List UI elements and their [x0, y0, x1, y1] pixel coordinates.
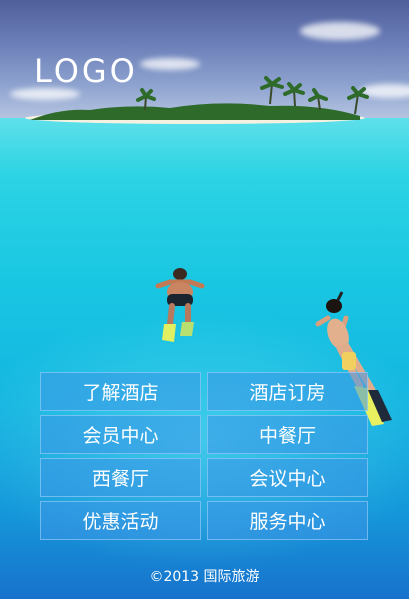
menu-button-member-center[interactable]: 会员中心: [40, 415, 201, 454]
footer-copyright: ©2013 国际旅游: [149, 569, 260, 585]
snorkeler-man: [155, 268, 205, 342]
menu-button-conference-center[interactable]: 会议中心: [207, 458, 368, 497]
cloud: [300, 22, 380, 40]
main-menu: 了解酒店 酒店订房 会员中心 中餐厅 西餐厅 会议中心 优惠活动 服务中心: [40, 372, 368, 540]
cloud: [140, 58, 200, 70]
menu-button-promotions[interactable]: 优惠活动: [40, 501, 201, 540]
menu-button-chinese-restaurant[interactable]: 中餐厅: [207, 415, 368, 454]
menu-button-room-booking[interactable]: 酒店订房: [207, 372, 368, 411]
menu-button-western-restaurant[interactable]: 西餐厅: [40, 458, 201, 497]
menu-button-service-center[interactable]: 服务中心: [207, 501, 368, 540]
menu-button-about-hotel[interactable]: 了解酒店: [40, 372, 201, 411]
logo[interactable]: LOGO: [34, 52, 138, 90]
